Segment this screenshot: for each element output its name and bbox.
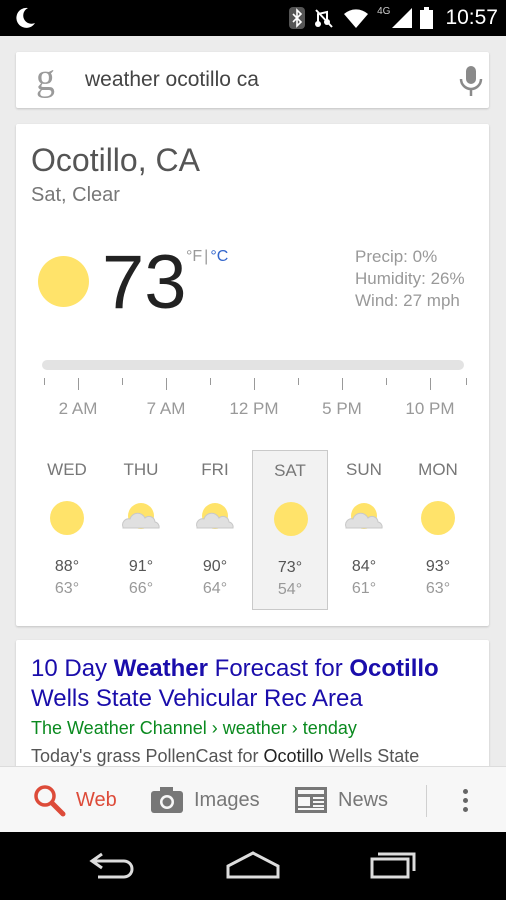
day-low-temp: 61° (351, 580, 377, 597)
weather-details: Precip: 0% Humidity: 26% Wind: 27 mph (355, 246, 465, 312)
partly-cloudy-icon (122, 500, 160, 536)
hour-label: 10 PM (405, 399, 455, 418)
hour-tick (254, 378, 255, 390)
day-name: FRI (201, 460, 229, 479)
network-type: 4G (377, 5, 391, 17)
unit-toggle[interactable]: °F | °C (186, 248, 228, 266)
unit-separator: | (204, 248, 209, 265)
wifi-icon (344, 9, 369, 28)
sunny-icon (38, 256, 89, 307)
tab-divider (426, 785, 427, 817)
day-low-temp: 63° (54, 580, 80, 597)
navigation-bar (0, 832, 506, 900)
day-name: SAT (274, 461, 306, 480)
search-result-card[interactable]: 10 Day Weather Forecast for Ocotillo Wel… (16, 640, 489, 780)
hourly-ticks (16, 378, 489, 398)
recent-apps-icon[interactable] (368, 850, 420, 880)
hour-tick (466, 378, 467, 385)
day-forecast-thu[interactable]: THU 91° 66° (103, 450, 179, 610)
day-forecast-sat[interactable]: SAT 73° 54° (252, 450, 328, 610)
celsius-toggle[interactable]: °C (210, 248, 228, 265)
result-url: The Weather Channel › weather › tenday (31, 718, 357, 738)
sunny-icon (49, 500, 85, 536)
condition-text: Sat, Clear (31, 184, 120, 206)
day-forecast-sun[interactable]: SUN 84° 61° (326, 450, 402, 610)
hour-tick (298, 378, 299, 385)
hour-tick (78, 378, 79, 390)
day-high-temp: 84° (351, 558, 377, 575)
mute-icon (315, 9, 333, 28)
hourly-slider-track[interactable] (42, 360, 464, 370)
overflow-menu-icon[interactable] (456, 787, 476, 815)
result-snippet: Today's grass PollenCast for Ocotillo We… (31, 746, 420, 766)
tab-news-label: News (338, 788, 389, 811)
day-name: WED (47, 460, 87, 479)
humidity-text: Humidity: 26% (355, 269, 465, 288)
day-low-temp: 64° (202, 580, 228, 597)
location-title: Ocotillo, CA (31, 142, 200, 178)
status-bar: 4G 10:57 (0, 0, 506, 36)
hour-tick (430, 378, 431, 390)
hour-label: 2 AM (58, 399, 98, 418)
tab-web-label: Web (76, 788, 117, 811)
search-icon (34, 785, 66, 817)
hourly-time-labels: 2 AM 7 AM 12 PM 5 PM 10 PM (16, 399, 489, 419)
microphone-icon[interactable] (456, 65, 486, 97)
newspaper-icon (295, 787, 327, 813)
tab-news[interactable]: News (294, 767, 388, 833)
tab-web[interactable]: Web (32, 767, 117, 833)
hour-label: 7 AM (146, 399, 186, 418)
hour-label: 12 PM (229, 399, 279, 418)
day-high-temp: 90° (202, 558, 228, 575)
current-temperature: 73 (102, 240, 187, 325)
sunny-icon (273, 501, 309, 537)
camera-icon (151, 787, 183, 813)
day-forecast-fri[interactable]: FRI 90° 64° (177, 450, 253, 610)
day-low-temp: 66° (128, 580, 154, 597)
sunny-icon (420, 500, 456, 536)
day-low-temp: 54° (277, 581, 303, 598)
day-high-temp: 88° (54, 558, 80, 575)
signal-icon (392, 8, 413, 28)
weather-card[interactable]: Ocotillo, CA Sat, Clear 73 °F | °C Precip:… (16, 124, 489, 626)
day-high-temp: 91° (128, 558, 154, 575)
day-forecast-mon[interactable]: MON 93° 63° (400, 450, 476, 610)
hour-tick (342, 378, 343, 390)
bottom-tab-bar: Web Images News (0, 766, 506, 832)
day-high-temp: 73° (277, 559, 303, 576)
day-name: SUN (346, 460, 382, 479)
search-input[interactable]: weather ocotillo ca (85, 68, 259, 92)
home-icon[interactable] (226, 850, 280, 880)
back-icon[interactable] (88, 850, 138, 880)
hour-tick (166, 378, 167, 390)
hour-tick (386, 378, 387, 385)
tab-images-label: Images (194, 788, 260, 811)
search-bar[interactable]: g weather ocotillo ca (16, 52, 489, 108)
hour-label: 5 PM (322, 399, 362, 418)
result-title-link[interactable]: 10 Day Weather Forecast for Ocotillo Wel… (31, 654, 481, 714)
precip-text: Precip: 0% (355, 247, 438, 266)
hour-tick (122, 378, 123, 385)
clock: 10:57 (445, 6, 498, 29)
moon-icon (16, 7, 35, 28)
partly-cloudy-icon (196, 500, 234, 536)
partly-cloudy-icon (345, 500, 383, 536)
day-forecast-wed[interactable]: WED 88° 63° (29, 450, 105, 610)
hour-tick (210, 378, 211, 385)
battery-icon (420, 7, 434, 29)
hour-tick (44, 378, 45, 385)
day-high-temp: 93° (425, 558, 451, 575)
fahrenheit-toggle[interactable]: °F (186, 248, 202, 265)
google-logo-icon[interactable]: g (36, 58, 55, 98)
wind-text: Wind: 27 mph (355, 291, 460, 310)
bluetooth-icon (289, 7, 306, 29)
day-low-temp: 63° (425, 580, 451, 597)
day-name: THU (123, 460, 159, 479)
day-name: MON (418, 460, 458, 479)
tab-images[interactable]: Images (150, 767, 260, 833)
